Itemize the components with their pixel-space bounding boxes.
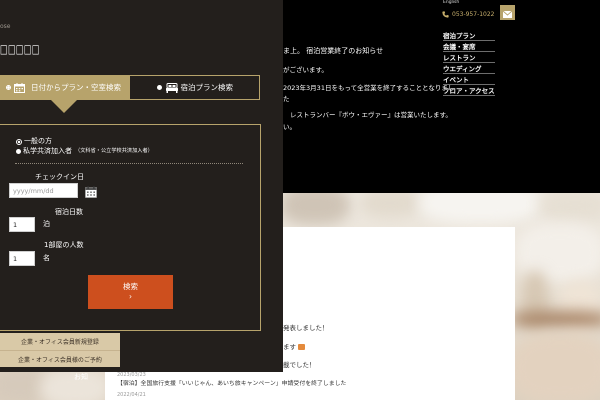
nights-unit: 泊 xyxy=(43,220,50,228)
guests-unit: 名 xyxy=(43,254,50,262)
notice-line: 2023年3月31日をもって全営業を終了することとなりまし xyxy=(283,84,455,92)
nights-label: 宿泊日数 xyxy=(55,208,83,216)
search-label: 検索 xyxy=(123,282,138,292)
bed-icon xyxy=(165,83,178,93)
radio-icon xyxy=(6,85,11,90)
checkin-date-input[interactable] xyxy=(9,183,78,198)
news-date: 2023/03/23 xyxy=(117,372,146,378)
checkin-label: チェックイン日 xyxy=(35,173,84,181)
nav-item-stay-plans[interactable]: 宿泊プラン xyxy=(443,33,495,41)
radio-icon xyxy=(16,138,22,145)
new-badge-icon xyxy=(298,344,305,350)
calendar-icon[interactable] xyxy=(85,186,97,198)
mail-icon xyxy=(502,5,513,21)
news-title-row[interactable]: ます xyxy=(283,344,305,351)
active-tab-pointer xyxy=(51,100,77,113)
search-button[interactable]: 検索 › xyxy=(88,275,173,309)
option-note: （文科省・公立学校共済加入者） xyxy=(75,147,153,154)
nav-item-wedding[interactable]: ウエディング xyxy=(443,66,495,74)
news-title[interactable]: ます xyxy=(283,343,296,351)
guests-label: 1部屋の人数 xyxy=(44,241,84,249)
phone-text: 053-957-1022 xyxy=(452,10,495,18)
news-heading: お知 xyxy=(74,373,88,381)
tab-label: 日付からプラン・空室検索 xyxy=(31,83,121,92)
news-title[interactable]: 載でした！ xyxy=(283,362,316,369)
nav-item-restaurant[interactable]: レストラン xyxy=(443,55,495,63)
notice-line: レストランバー『ボウ・エヴァー』は営業いたします。 xyxy=(290,111,452,119)
guests-input[interactable] xyxy=(9,251,35,266)
option-label: 一般の方 xyxy=(24,137,52,145)
tab-date-search[interactable]: 日付からプラン・空室検索 xyxy=(0,76,130,99)
radio-icon xyxy=(16,149,21,154)
phone-number[interactable]: 053-957-1022 xyxy=(442,11,495,18)
chevron-right-icon: › xyxy=(129,292,132,301)
member-option-general[interactable]: 一般の方 xyxy=(16,138,52,145)
tab-plan-search[interactable]: 宿泊プラン検索 xyxy=(130,76,260,99)
news-title[interactable]: 発表しました！ xyxy=(283,325,329,332)
nights-input[interactable] xyxy=(9,217,35,232)
calendar-icon xyxy=(14,83,25,93)
notice-line: がございます。 xyxy=(283,66,328,74)
tab-label: 宿泊プラン検索 xyxy=(180,83,234,92)
notice-title[interactable]: ま上。 宿泊営業終了のお知らせ xyxy=(283,48,383,55)
booking-panel: ose □□□□□ 日付からプラン・空室検索 宿泊プラン検索 一般の方 私学共済… xyxy=(0,0,283,372)
nav-item-meetings-banquets[interactable]: 会議・宴席 xyxy=(443,44,495,52)
divider xyxy=(15,163,243,164)
panel-title: □□□□□ xyxy=(0,42,40,56)
member-option-private-school[interactable]: 私学共済加入者 （文科省・公立学校共済加入者） xyxy=(16,148,153,155)
radio-icon xyxy=(156,85,162,90)
close-button[interactable]: ose xyxy=(0,24,11,30)
option-label: 私学共済加入者 xyxy=(23,147,72,155)
news-date: 2022/04/21 xyxy=(117,392,146,398)
language-link-english[interactable]: English xyxy=(443,0,459,6)
phone-icon xyxy=(442,11,449,18)
booking-form: 一般の方 私学共済加入者 （文科省・公立学校共済加入者） チェックイン日 宿泊日… xyxy=(0,124,261,331)
corporate-booking-link[interactable]: 企業・オフィス会員様のご予約 xyxy=(0,350,120,367)
mail-button[interactable] xyxy=(500,5,515,20)
corporate-signup-link[interactable]: 企業・オフィス会員新規登録 xyxy=(0,333,120,350)
news-title[interactable]: 【宿泊】全国旅行支援「いいじゃん、あいち旅キャンペーン」申請受付を終了しました xyxy=(117,381,346,388)
notice-line: た xyxy=(283,95,290,103)
search-tabs: 日付からプラン・空室検索 宿泊プラン検索 xyxy=(0,75,260,100)
notice-line: い。 xyxy=(283,123,296,131)
